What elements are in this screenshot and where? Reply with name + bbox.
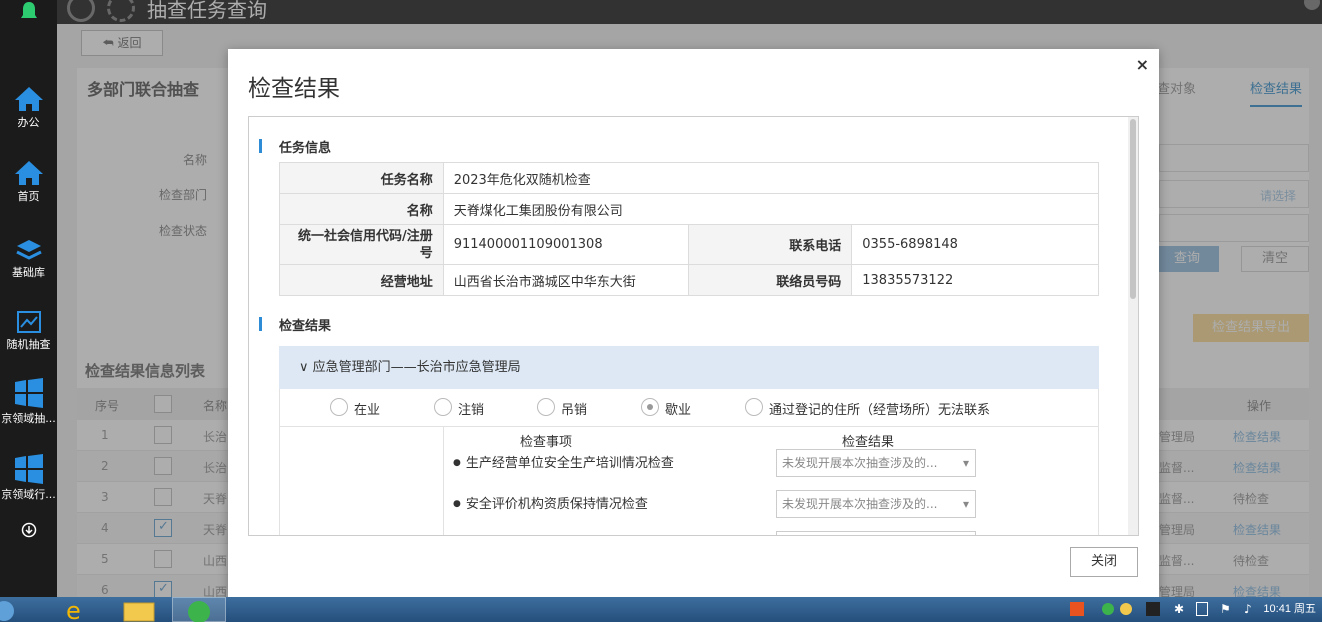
liaison-label: 联络员号码 (687, 264, 853, 296)
device-icon[interactable] (1196, 602, 1208, 616)
windows-icon (14, 378, 43, 408)
ie-icon[interactable]: e (60, 597, 100, 622)
check-items: 检查事项 检查结果 生产经营单位安全生产培训情况检查 未发现开展本次抽查涉及的.… (279, 426, 1099, 535)
credit-label: 统一社会信用代码/注册号 (279, 224, 444, 265)
network-icon[interactable] (1102, 603, 1114, 615)
download-icon[interactable] (0, 522, 57, 540)
task-name-value: 2023年危化双随机检查 (442, 162, 1100, 194)
modal-title: 检查结果 (248, 76, 340, 102)
flag-icon[interactable]: ⚑ (1220, 602, 1231, 616)
address-value: 山西省长治市潞城区中华东大街 (442, 264, 689, 296)
start-button[interactable] (0, 597, 18, 622)
liaison-value: 13835573122 (851, 264, 1099, 296)
address-label: 经营地址 (279, 264, 444, 296)
dept-accordion[interactable]: ∨ 应急管理部门——长治市应急管理局 (279, 346, 1099, 389)
system-tray: ✱ ⚑ ♪ 10:41 周五 (1022, 597, 1322, 622)
name-value: 天脊煤化工集团股份有限公司 (442, 193, 1100, 225)
svg-text:e: e (66, 597, 81, 622)
layers-icon (15, 240, 42, 260)
phone-label: 联系电话 (687, 224, 853, 265)
result-select-1[interactable]: 未发现开展本次抽查涉及的... (776, 449, 976, 477)
result-modal: 检查结果 × 任务信息 任务名称 2023年危化双随机检查 名称 天脊煤化工集团… (228, 49, 1159, 597)
sidebar-item-base[interactable]: 基础库 (0, 238, 57, 280)
check-left-cell (280, 427, 444, 535)
phone-value: 0355-6898148 (851, 224, 1099, 265)
app-sidebar: 办公 首页 基础库 随机抽查 京领域抽... 京领域行... (0, 0, 57, 597)
sidebar-item-jd-check[interactable]: 京领域抽... (0, 378, 57, 426)
status-radio-group: 在业 注销 吊销 歇业 通过登记的住所（经营场所）无法联系 (279, 389, 1099, 427)
bell-icon[interactable] (0, 0, 57, 26)
check-item-2: 安全评价机构资质保持情况检查 (453, 493, 648, 512)
result-select-3[interactable] (776, 531, 976, 535)
ime-icon[interactable] (1146, 602, 1160, 616)
modal-body: 任务信息 任务名称 2023年危化双随机检查 名称 天脊煤化工集团股份有限公司 … (248, 116, 1139, 536)
volume-icon[interactable]: ♪ (1244, 602, 1252, 616)
scroll-thumb[interactable] (1130, 119, 1136, 299)
sidebar-item-label: 基础库 (12, 266, 45, 279)
task-name-label: 任务名称 (279, 162, 444, 194)
section-task-info: 任务信息 (259, 137, 331, 156)
clock[interactable]: 10:41 周五 (1263, 600, 1316, 616)
close-icon[interactable]: × (1136, 55, 1149, 74)
bluetooth-icon[interactable]: ✱ (1174, 602, 1184, 616)
col-check-item: 检查事项 (520, 435, 573, 450)
sogou-icon[interactable] (1070, 602, 1084, 616)
home-icon (14, 161, 43, 185)
chart-icon (16, 311, 41, 333)
tray-icon[interactable] (1120, 603, 1132, 615)
radio-revoked[interactable]: 吊销 (537, 398, 587, 418)
sidebar-item-random-check[interactable]: 随机抽查 (0, 310, 57, 352)
folder-icon[interactable] (118, 597, 162, 622)
sidebar-item-office[interactable]: 办公 (0, 86, 57, 130)
col-check-result: 检查结果 (842, 435, 895, 450)
windows-icon (14, 454, 43, 484)
modal-scrollbar[interactable] (1128, 117, 1138, 535)
radio-suspended[interactable]: 歇业 (641, 398, 691, 418)
sidebar-item-label: 京领域抽... (1, 412, 56, 425)
radio-active[interactable]: 在业 (330, 398, 380, 418)
radio-unreachable[interactable]: 通过登记的住所（经营场所）无法联系 (745, 398, 990, 418)
sidebar-item-label: 随机抽查 (6, 338, 51, 351)
check-item-1: 生产经营单位安全生产培训情况检查 (453, 452, 674, 471)
sidebar-item-label: 京领域行... (1, 488, 56, 501)
sidebar-item-label: 办公 (17, 116, 40, 129)
taskbar: e ✱ ⚑ ♪ 10:41 周五 (0, 597, 1322, 622)
home-icon (14, 87, 43, 111)
sidebar-item-jd-admin[interactable]: 京领域行... (0, 454, 57, 502)
sidebar-item-label: 首页 (17, 190, 40, 203)
close-button[interactable]: 关闭 (1070, 547, 1138, 577)
credit-value: 911400001109001308 (442, 224, 689, 265)
radio-cancelled[interactable]: 注销 (434, 398, 484, 418)
name-label: 名称 (279, 193, 444, 225)
task-info-table: 任务名称 2023年危化双随机检查 名称 天脊煤化工集团股份有限公司 统一社会信… (279, 162, 1100, 296)
sidebar-item-home[interactable]: 首页 (0, 160, 57, 204)
app-window-button[interactable] (172, 597, 226, 622)
result-select-2[interactable]: 未发现开展本次抽查涉及的... (776, 490, 976, 518)
section-check-result: 检查结果 (259, 315, 331, 334)
